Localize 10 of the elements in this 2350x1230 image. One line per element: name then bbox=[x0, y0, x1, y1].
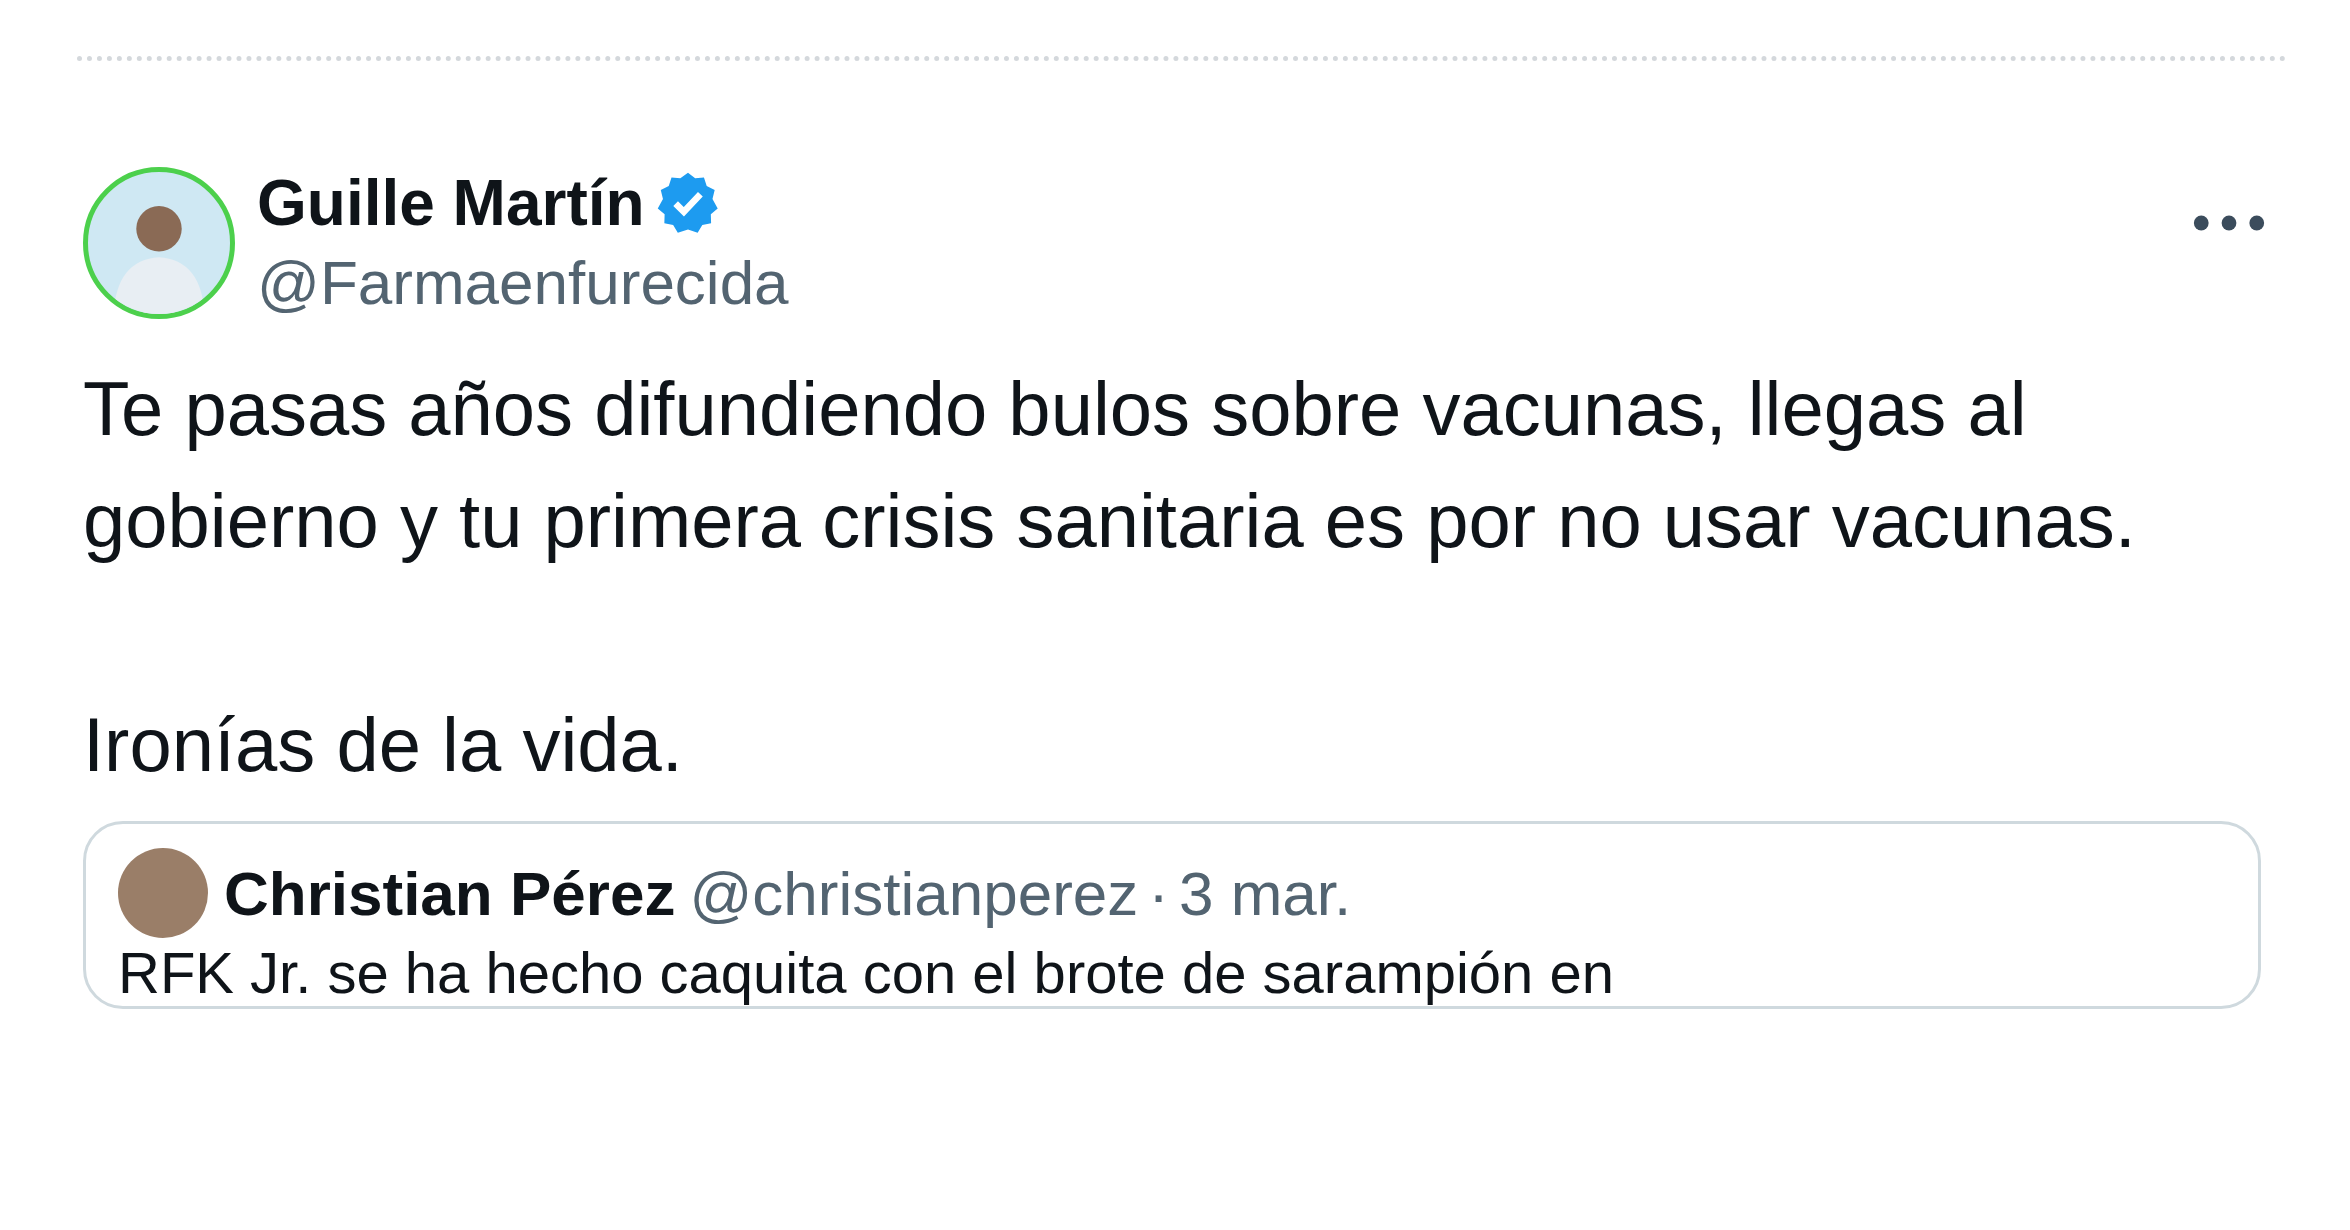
author-handle[interactable]: @Farmaenfurecida bbox=[257, 243, 2170, 323]
quoted-tweet-date: 3 mar. bbox=[1178, 857, 1352, 929]
tweet-text: Te pasas años difundiendo bulos sobre vacunas, llegas al gobierno y tu primera crisis sanitaria es por no usar vacunas. Ironías de la vida. bbox=[83, 365, 2137, 789]
author-name[interactable]: Guille Martín bbox=[257, 163, 645, 243]
quoted-author-handle: @christianperez bbox=[689, 857, 1139, 929]
quoted-tweet-text: RFK Jr. se ha hecho caquita con el brote de sarampión en bbox=[118, 940, 1615, 1006]
separator-dot: · bbox=[1148, 857, 1169, 929]
quoted-tweet-card[interactable]: Christian Pérez @christianperez · 3 mar. RFK Jr. se ha hecho caquita con el brote de sarampión en bbox=[83, 821, 2261, 1009]
more-options-icon[interactable] bbox=[2192, 213, 2266, 233]
quoted-author-name: Christian Pérez bbox=[224, 857, 676, 929]
